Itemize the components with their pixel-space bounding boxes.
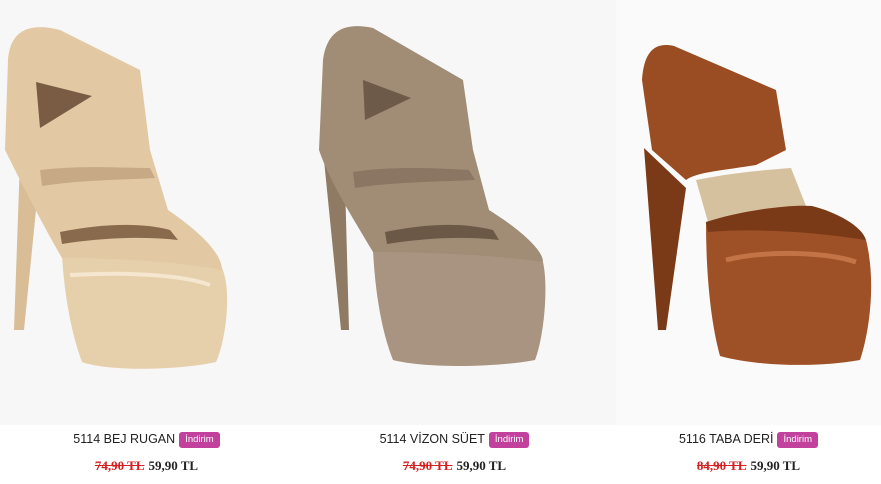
price-row: 74,90 TL 59,90 TL [293, 458, 616, 474]
product-image[interactable] [0, 0, 293, 425]
price-row: 84,90 TL 59,90 TL [616, 458, 881, 474]
old-price: 74,90 TL [94, 458, 145, 473]
product-name[interactable]: 5116 TABA DERİ İndirim [616, 432, 881, 448]
product-title[interactable]: 5114 VİZON SÜET [380, 432, 485, 446]
product-card[interactable]: 5114 VİZON SÜET İndirim 74,90 TL 59,90 TL [293, 0, 616, 484]
old-price: 74,90 TL [402, 458, 453, 473]
product-card[interactable]: 5114 BEJ RUGAN İndirim 74,90 TL 59,90 TL [0, 0, 293, 484]
new-price: 59,90 TL [148, 458, 199, 473]
old-price: 84,90 TL [696, 458, 747, 473]
product-name[interactable]: 5114 VİZON SÜET İndirim [293, 432, 616, 448]
new-price: 59,90 TL [456, 458, 507, 473]
discount-badge: İndirim [488, 432, 530, 448]
product-title[interactable]: 5116 TABA DERİ [679, 432, 774, 446]
discount-badge: İndirim [179, 432, 220, 448]
product-name[interactable]: 5114 BEJ RUGAN İndirim [0, 432, 293, 448]
price-row: 74,90 TL 59,90 TL [0, 458, 293, 474]
discount-badge: İndirim [777, 432, 818, 448]
product-image[interactable] [616, 0, 881, 425]
product-card[interactable]: 5116 TABA DERİ İndirim 84,90 TL 59,90 TL [616, 0, 881, 484]
product-image[interactable] [293, 0, 616, 425]
product-title[interactable]: 5114 BEJ RUGAN [73, 432, 175, 446]
new-price: 59,90 TL [750, 458, 801, 473]
